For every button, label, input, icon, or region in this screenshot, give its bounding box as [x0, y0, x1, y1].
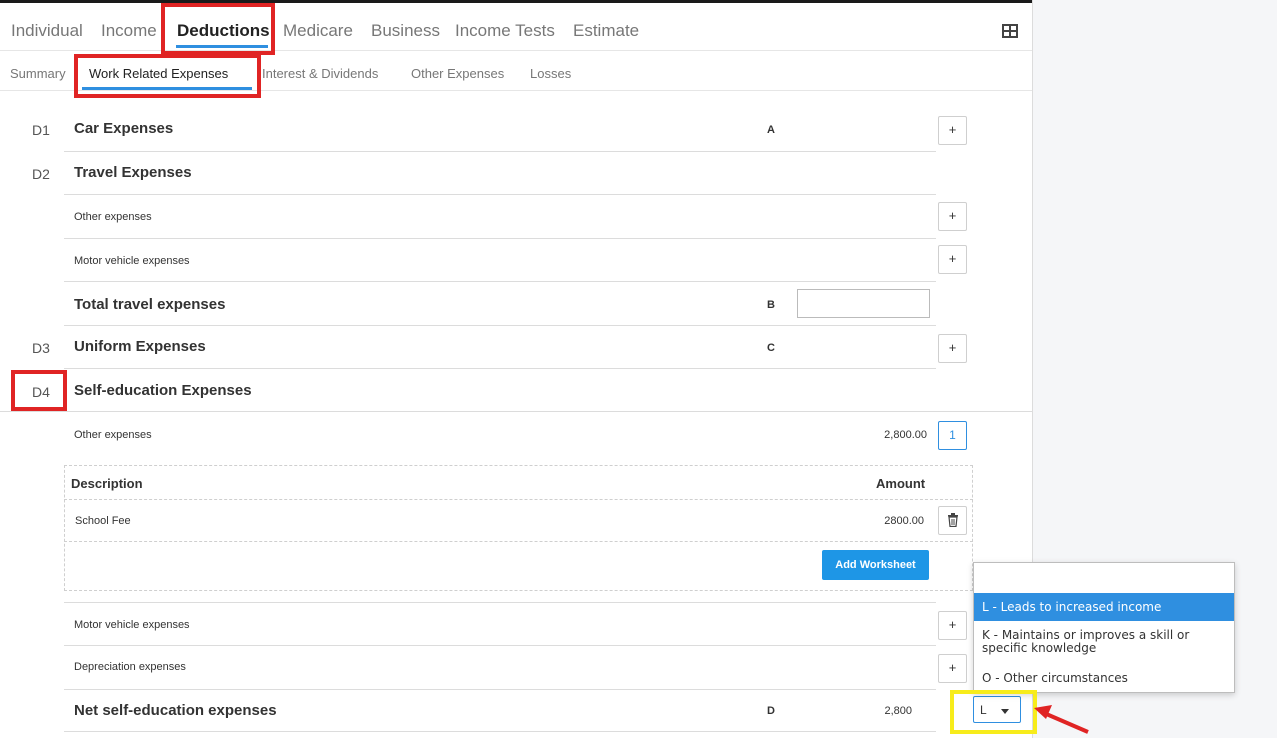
tab-income[interactable]: Income	[101, 21, 157, 41]
highlight-d4-code	[11, 370, 67, 411]
car-expenses-label-a: A	[767, 124, 775, 136]
travel-motor-add-button[interactable]: +	[938, 245, 967, 274]
dropdown-option-l[interactable]: L - Leads to increased income	[974, 593, 1234, 621]
subtab-interest-dividends[interactable]: Interest & Dividends	[262, 66, 378, 81]
divider	[64, 731, 936, 732]
net-self-education-amount: 2,800	[884, 705, 912, 717]
travel-other-add-button[interactable]: +	[938, 202, 967, 231]
divider	[64, 602, 936, 603]
travel-expenses-title: Travel Expenses	[74, 164, 192, 181]
tab-estimate[interactable]: Estimate	[573, 21, 639, 41]
divider	[64, 645, 936, 646]
worksheet-divider	[64, 541, 973, 542]
travel-motor-vehicle-label: Motor vehicle expenses	[74, 255, 190, 267]
tab-individual[interactable]: Individual	[11, 21, 83, 41]
annotation-arrow-icon	[1034, 705, 1089, 734]
divider	[64, 368, 936, 369]
depreciation-expenses-label: Depreciation expenses	[74, 661, 186, 673]
highlight-deductions-tab	[161, 3, 275, 55]
travel-other-expenses-label: Other expenses	[74, 211, 152, 223]
add-worksheet-button[interactable]: Add Worksheet	[822, 550, 929, 580]
section-code-d1: D1	[32, 122, 50, 138]
divider	[64, 194, 936, 195]
uniform-expenses-title: Uniform Expenses	[74, 338, 206, 355]
worksheet-col-description: Description	[71, 476, 143, 491]
section-code-d3: D3	[32, 340, 50, 356]
net-self-education-label-d: D	[767, 705, 775, 717]
worksheet-count-button[interactable]: 1	[938, 421, 967, 450]
subtab-other-expenses[interactable]: Other Expenses	[411, 66, 504, 81]
divider	[64, 689, 936, 690]
subtab-summary[interactable]: Summary	[10, 66, 66, 81]
self-education-other-label: Other expenses	[74, 429, 152, 441]
car-expenses-title: Car Expenses	[74, 120, 174, 137]
trash-glyph	[947, 513, 958, 528]
total-travel-input[interactable]	[797, 289, 930, 318]
tab-income-tests[interactable]: Income Tests	[455, 21, 555, 41]
depreciation-add-button[interactable]: +	[938, 654, 967, 683]
total-travel-label-b: B	[767, 299, 775, 311]
worksheet-row-description: School Fee	[75, 515, 131, 527]
self-education-motor-add-button[interactable]: +	[938, 611, 967, 640]
worksheet-col-amount: Amount	[876, 476, 926, 491]
section-code-d2: D2	[32, 166, 50, 182]
car-expenses-add-button[interactable]: +	[938, 116, 967, 145]
divider	[64, 325, 936, 326]
divider	[64, 281, 936, 282]
worksheet-divider	[64, 499, 973, 500]
highlight-work-related-tab	[74, 54, 261, 98]
self-education-other-amount: 2,800.00	[884, 429, 927, 441]
dropdown-option-o[interactable]: O - Other circumstances	[974, 667, 1234, 689]
tab-business[interactable]: Business	[371, 21, 440, 41]
grid-icon[interactable]	[1002, 24, 1018, 38]
divider	[64, 238, 936, 239]
self-education-motor-label: Motor vehicle expenses	[74, 619, 190, 631]
tab-medicare[interactable]: Medicare	[283, 21, 353, 41]
worksheet-row-amount: 2800.00	[884, 515, 924, 527]
trash-icon[interactable]	[938, 506, 967, 535]
dropdown-option-k[interactable]: K - Maintains or improves a skill or spe…	[974, 629, 1234, 663]
subtab-losses[interactable]: Losses	[530, 66, 571, 81]
main-tab-bar: Individual Income Deductions Medicare Bu…	[0, 3, 1032, 51]
divider	[0, 411, 1032, 412]
reason-code-dropdown: L - Leads to increased income K - Mainta…	[973, 562, 1235, 693]
dropdown-option-blank[interactable]	[974, 563, 1234, 591]
uniform-add-button[interactable]: +	[938, 334, 967, 363]
self-education-title: Self-education Expenses	[74, 382, 252, 399]
highlight-reason-select	[950, 690, 1037, 734]
uniform-expenses-label-c: C	[767, 342, 775, 354]
total-travel-expenses-title: Total travel expenses	[74, 296, 226, 313]
net-self-education-title: Net self-education expenses	[74, 702, 277, 719]
divider	[64, 151, 936, 152]
